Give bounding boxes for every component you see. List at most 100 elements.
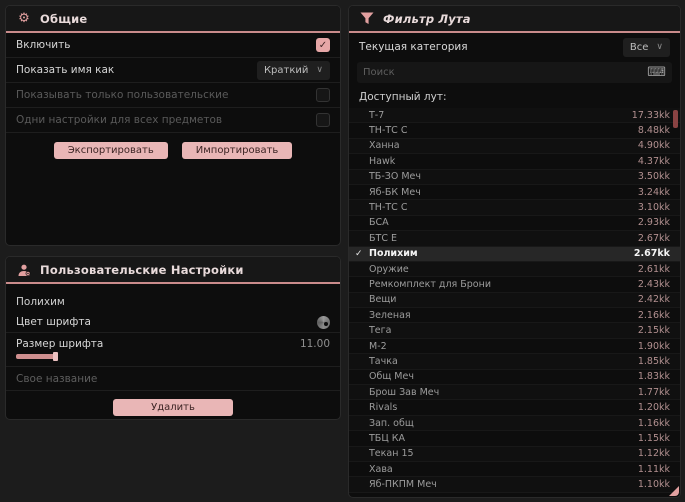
delete-row: Удалить xyxy=(6,391,340,420)
palette-icon[interactable] xyxy=(317,315,330,329)
custom-settings-title: Пользовательские Настройки xyxy=(40,262,244,277)
keyboard-icon[interactable]: ⌨ xyxy=(647,66,666,79)
loot-item-row[interactable]: ✓ Полихим 2.67kk xyxy=(349,246,680,262)
loot-item-price: 2.15kk xyxy=(637,325,670,337)
user-settings-icon xyxy=(16,262,32,278)
general-panel-header: ⚙ Общие xyxy=(6,6,340,33)
loot-item-row[interactable]: Rivals 1.20kk xyxy=(349,400,680,416)
loot-item-row[interactable]: Hawk 4.37kk xyxy=(349,154,680,170)
loot-item-row[interactable]: Яб-БК Меч 3.24kk xyxy=(349,185,680,201)
chevron-down-icon: ∨ xyxy=(316,65,323,75)
loot-item-row[interactable]: Тачка 1.85kk xyxy=(349,354,680,370)
loot-item-price: 2.43kk xyxy=(637,278,670,290)
import-button[interactable]: Импортировать xyxy=(181,142,293,159)
loot-item-name: Яб-БК Меч xyxy=(369,186,421,198)
name-display-label: Показать имя как xyxy=(16,64,115,76)
loot-filter-panel: Фильтр Лута Текущая категория Все ∨ ⌨ До… xyxy=(348,5,681,498)
export-import-row: Экспортировать Импортировать xyxy=(6,133,340,168)
loot-item-row[interactable]: БСА 2.93kk xyxy=(349,216,680,232)
loot-filter-header: Фильтр Лута xyxy=(349,6,680,33)
name-display-combo[interactable]: Краткий ∨ xyxy=(256,60,330,80)
delete-button[interactable]: Удалить xyxy=(113,398,233,416)
show-custom-only-label: Показывать только пользовательские xyxy=(16,89,229,101)
loot-item-row[interactable]: Зеленая 2.16kk xyxy=(349,308,680,324)
loot-item-name: Т-7 xyxy=(369,109,385,121)
chevron-down-icon: ∨ xyxy=(656,42,663,52)
loot-item-row[interactable]: Ремкомплект для Брони 2.43kk xyxy=(349,277,680,293)
loot-item-row[interactable]: ТБЦ КА 1.15kk xyxy=(349,431,680,447)
loot-item-name: Хава xyxy=(369,463,393,475)
loot-item-price: 1.90kk xyxy=(637,340,670,352)
resize-grip-icon[interactable] xyxy=(669,486,679,496)
filter-icon xyxy=(359,11,375,27)
loot-item-name: БСА xyxy=(369,217,389,229)
loot-item-price: 4.90kk xyxy=(637,140,670,152)
loot-item-price: 2.93kk xyxy=(637,217,670,229)
loot-item-row[interactable]: Текан 15 1.12kk xyxy=(349,446,680,462)
loot-item-price: 3.50kk xyxy=(637,171,670,183)
export-button[interactable]: Экспортировать xyxy=(53,142,168,159)
loot-item-name: Брош Зав Меч xyxy=(369,386,440,398)
enable-checkbox[interactable]: ✓ xyxy=(316,38,330,52)
font-size-value: 11.00 xyxy=(299,338,330,350)
loot-item-price: 3.10kk xyxy=(637,202,670,214)
loot-item-price: 1.20kk xyxy=(637,402,670,414)
loot-item-price: 4.37kk xyxy=(637,155,670,167)
loot-item-row[interactable]: Брош Зав Меч 1.77kk xyxy=(349,385,680,401)
loot-item-name: Текан 15 xyxy=(369,448,414,460)
font-size-row: Размер шрифта 11.00 xyxy=(6,333,340,352)
loot-item-row[interactable]: Вещи 2.42kk xyxy=(349,292,680,309)
loot-item-name: Вещи xyxy=(369,294,397,306)
font-size-slider[interactable] xyxy=(6,352,340,367)
category-combo[interactable]: Все ∨ xyxy=(622,37,670,57)
loot-item-name: Ремкомплект для Брони xyxy=(369,278,491,290)
category-label: Текущая категория xyxy=(359,41,468,53)
loot-item-price: 1.12kk xyxy=(637,448,670,460)
loot-item-name: Тачка xyxy=(369,355,398,367)
loot-item-row[interactable]: Общ Меч 1.83kk xyxy=(349,370,680,386)
font-color-label: Цвет шрифта xyxy=(16,316,91,328)
category-combo-value: Все xyxy=(629,41,649,53)
loot-item-price: 2.67kk xyxy=(637,232,670,244)
loot-list: Т-7 17.33kk ТН-ТС С 8.48kk Ханна 4.90kk Hawk 4.… xyxy=(349,108,680,493)
loot-item-name: ТБ-ЗО Меч xyxy=(369,171,421,183)
loot-item-row[interactable]: ТН-ТС С 3.10kk xyxy=(349,200,680,216)
slider-grab[interactable] xyxy=(53,352,58,361)
loot-item-row[interactable]: Тега 2.15kk xyxy=(349,323,680,339)
loot-item-price: 1.83kk xyxy=(637,371,670,383)
loot-item-row[interactable]: Зап. общ 1.16kk xyxy=(349,415,680,432)
gear-icon: ⚙ xyxy=(18,11,30,26)
custom-name-input[interactable] xyxy=(6,368,340,391)
loot-item-price: 2.67kk xyxy=(633,248,670,260)
loot-item-row[interactable]: БТС Е 2.67kk xyxy=(349,231,680,247)
general-panel-title: Общие xyxy=(40,11,88,26)
general-panel: ⚙ Общие Включить ✓ Показать имя как Крат… xyxy=(5,5,341,246)
loot-item-row[interactable]: ТБ-ЗО Меч 3.50kk xyxy=(349,169,680,185)
loot-item-price: 8.48kk xyxy=(637,125,670,137)
same-settings-label: Одни настройки для всех предметов xyxy=(16,114,223,126)
loot-item-name: Зап. общ xyxy=(369,417,414,429)
loot-item-row[interactable]: ТН-ТС С 8.48kk xyxy=(349,123,680,139)
search-input[interactable] xyxy=(363,67,648,78)
loot-item-row[interactable]: Ханна 4.90kk xyxy=(349,138,680,155)
loot-item-row[interactable]: Т-7 17.33kk xyxy=(349,108,680,124)
loot-item-price: 17.33kk xyxy=(631,109,670,121)
loot-item-price: 2.61kk xyxy=(637,263,670,275)
show-custom-only-checkbox[interactable] xyxy=(316,88,330,102)
loot-item-name: Ханна xyxy=(369,140,400,152)
font-size-label: Размер шрифта xyxy=(16,338,104,350)
loot-item-name: Оружие xyxy=(369,263,409,275)
loot-item-price: 3.24kk xyxy=(637,186,670,198)
loot-item-row[interactable]: Хава 1.11kk xyxy=(349,462,680,478)
check-icon: ✓ xyxy=(355,248,363,259)
scrollbar-thumb[interactable] xyxy=(673,110,678,128)
enable-row: Включить ✓ xyxy=(6,33,340,58)
loot-item-row[interactable]: М-2 1.90kk xyxy=(349,339,680,355)
same-settings-checkbox[interactable] xyxy=(316,113,330,127)
loot-item-price: 1.16kk xyxy=(637,417,670,429)
loot-item-row[interactable]: Оружие 2.61kk xyxy=(349,261,680,278)
loot-item-name: Яб-ПКПМ Меч xyxy=(369,479,437,491)
search-field[interactable]: ⌨ xyxy=(357,62,672,83)
loot-item-row[interactable]: Яб-ПКПМ Меч 1.10kk xyxy=(349,477,680,493)
name-display-row: Показать имя как Краткий ∨ xyxy=(6,58,340,83)
